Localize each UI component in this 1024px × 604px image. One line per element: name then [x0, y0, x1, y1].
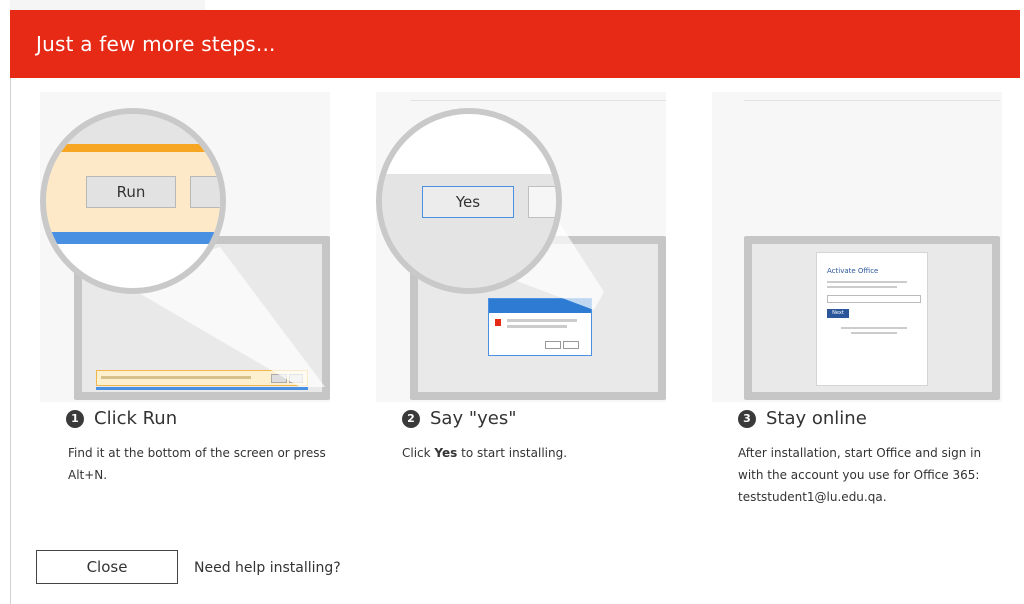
- zoom-yes-button: Yes: [422, 186, 514, 218]
- dialog-text-line: [841, 327, 907, 329]
- step-number-badge: 3: [738, 409, 756, 428]
- dialog-title: Just a few more steps...: [36, 32, 276, 56]
- zoom-side-button: [190, 176, 220, 208]
- step3-illustration: Activate Office Next: [712, 92, 1002, 402]
- dialog-left-border: [10, 78, 11, 604]
- zoom-toolbar: [46, 114, 220, 144]
- laptop-screen: Activate Office Next: [752, 244, 992, 392]
- step1-illustration: Run: [40, 92, 330, 402]
- email-input-mini: [827, 295, 921, 303]
- zoom-run-button: Run: [86, 176, 176, 208]
- desc-text: Click: [402, 446, 435, 460]
- magnifier-circle: Yes: [376, 108, 562, 294]
- zoom-no-button: [528, 186, 556, 218]
- step-title-text: Click Run: [94, 408, 178, 429]
- close-button[interactable]: Close: [36, 550, 178, 584]
- zoom-blue-bar: [46, 232, 220, 244]
- step-title-text: Stay online: [766, 408, 867, 429]
- dialog-text-line: [851, 332, 897, 334]
- step2-title: 2 Say "yes": [402, 408, 517, 429]
- zoom-top: [382, 114, 556, 174]
- step2-description: Click Yes to start installing.: [402, 442, 672, 464]
- zoom-orange-line: [46, 144, 220, 152]
- dialog-text-line: [827, 281, 907, 283]
- dialog-text-line: [827, 286, 897, 288]
- background-strip: [0, 0, 1024, 10]
- help-installing-link[interactable]: Need help installing?: [194, 560, 341, 576]
- laptop-graphic: Activate Office Next: [744, 236, 1000, 400]
- dialog-header: Just a few more steps...: [10, 10, 1020, 78]
- top-line: [744, 100, 1000, 101]
- next-button-mini: Next: [827, 309, 849, 318]
- step-title-text: Say "yes": [430, 408, 517, 429]
- step-number-badge: 1: [66, 409, 84, 428]
- step3-description: After installation, start Office and sig…: [738, 446, 982, 504]
- step3-title: 3 Stay online: [738, 408, 867, 429]
- desc-bold-yes: Yes: [434, 446, 458, 460]
- step-number-badge: 2: [402, 409, 420, 428]
- install-dialog: Just a few more steps... Run Yes Activat…: [10, 10, 1020, 604]
- step2-illustration: Yes: [376, 92, 666, 402]
- activate-office-dialog: Activate Office Next: [816, 252, 928, 386]
- activate-office-title: Activate Office: [827, 267, 879, 275]
- desc-text: to start installing.: [457, 446, 568, 460]
- step1-title: 1 Click Run: [66, 408, 177, 429]
- magnifier-circle: Run: [40, 108, 226, 294]
- step1-description: Find it at the bottom of the screen or p…: [68, 446, 326, 482]
- background-tab-ghost: [10, 0, 205, 10]
- zoom-page: [46, 244, 220, 288]
